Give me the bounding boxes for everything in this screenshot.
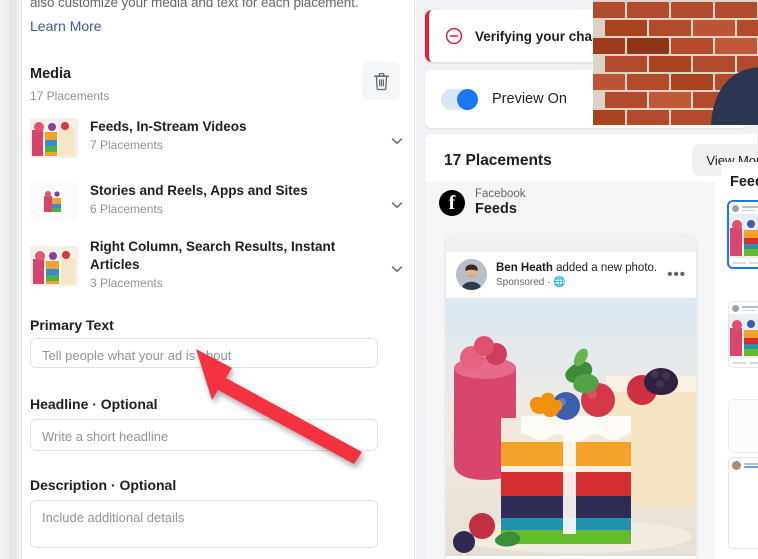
headline-input[interactable]: Write a short headline	[30, 419, 378, 451]
rail-card-image	[729, 214, 758, 258]
sponsored-label: Sponsored	[496, 276, 545, 288]
placement-thumbnail	[30, 118, 78, 158]
ellipsis-icon[interactable]: •••	[667, 266, 686, 283]
rail-thumbnail-card[interactable]	[729, 302, 758, 367]
placement-row[interactable]: Stories and Reels, Apps and Sites 6 Plac…	[30, 182, 408, 222]
verification-alert-text: Verifying your chang	[475, 28, 609, 44]
ad-advertiser-name: Ben Heath	[496, 261, 553, 274]
learn-more-link[interactable]: Learn More	[30, 16, 102, 36]
globe-icon: 🌐	[553, 276, 566, 288]
rail-placeholder-card[interactable]	[729, 400, 758, 452]
brick-wall-background	[593, 0, 758, 125]
screenshot-root: also customize your media and text for e…	[0, 0, 758, 559]
ad-preview-card: Ben Heath added a new photo. Sponsored ·…	[446, 234, 696, 559]
placement-name: Stories and Reels, Apps and Sites	[90, 183, 308, 198]
preview-toggle-label: Preview On	[492, 91, 567, 107]
placement-name: Feeds, In-Stream Videos	[90, 119, 247, 134]
scrollbar-track[interactable]	[9, 0, 14, 559]
primary-text-label: Primary Text	[30, 317, 114, 333]
rail-card-header	[729, 458, 758, 472]
media-section-title: Media	[30, 66, 72, 82]
cake-thumb-icon	[30, 246, 78, 286]
cake-thumb-icon	[729, 314, 758, 358]
rail-title: Feeds	[730, 174, 758, 190]
rainbow-layer-cake-image	[446, 298, 696, 556]
platform-surface-label: Feeds	[475, 201, 517, 217]
primary-text-input[interactable]: Tell people what your ad is about	[30, 338, 378, 368]
rail-avatar-icon	[732, 305, 739, 312]
ad-card-top-strip	[446, 234, 696, 252]
rail-text-lines	[744, 462, 758, 469]
placement-thumbnail	[30, 246, 78, 286]
placement-count: 6 Placements	[90, 202, 163, 216]
rail-thumbnail-card[interactable]	[729, 202, 758, 267]
description-input[interactable]: Include additional details	[30, 500, 378, 548]
ad-creative-editor-panel: also customize your media and text for e…	[22, 0, 415, 559]
preview-toggle[interactable]	[441, 88, 478, 110]
chevron-down-icon[interactable]	[390, 134, 404, 148]
cake-thumb-icon	[30, 182, 78, 222]
placement-row[interactable]: Feeds, In-Stream Videos 7 Placements	[30, 118, 408, 158]
toggle-knob	[457, 88, 478, 110]
placement-row[interactable]: Right Column, Search Results, Instant Ar…	[30, 238, 408, 290]
platform-network-label: Facebook	[475, 188, 526, 200]
rail-card-header	[729, 302, 758, 314]
cake-thumb-icon	[30, 118, 78, 158]
placement-preview-body: f Facebook Feeds Ben Heath added a new p…	[425, 182, 715, 559]
error-circle-icon	[445, 27, 463, 45]
media-section-subtitle: 17 Placements	[30, 89, 110, 103]
ad-sponsored-line: Sponsored · 🌐	[496, 276, 566, 288]
rail-card-footer	[729, 258, 758, 267]
rail-avatar-icon	[732, 205, 739, 212]
left-scroll-gutter[interactable]	[0, 0, 22, 559]
rail-card-header	[729, 202, 758, 214]
rail-text-lines	[742, 206, 758, 211]
rail-card-image	[729, 314, 758, 358]
trash-icon	[373, 72, 389, 90]
platform-header: f Facebook Feeds	[439, 188, 526, 218]
intro-text: also customize your media and text for e…	[30, 0, 359, 10]
cake-thumb-icon	[729, 214, 758, 258]
facebook-logo-icon: f	[439, 190, 465, 216]
rail-thumbnail-card[interactable]	[729, 458, 758, 548]
delete-media-button[interactable]	[362, 62, 400, 100]
avatar-photo-icon	[456, 259, 487, 290]
avatar	[456, 259, 487, 290]
description-label: Description · Optional	[30, 477, 177, 493]
placement-name: Right Column, Search Results, Instant Ar…	[90, 239, 336, 272]
placement-count: 3 Placements	[90, 276, 163, 290]
ad-poster-row: Ben Heath added a new photo. Sponsored ·…	[446, 252, 696, 298]
ad-action-text: added a new photo.	[552, 261, 658, 274]
ad-creative-image	[446, 298, 696, 556]
placement-count: 7 Placements	[90, 138, 163, 152]
rail-text-lines	[742, 306, 758, 311]
webcam-presenter-overlay	[593, 0, 758, 125]
rail-card-footer	[729, 358, 758, 367]
placement-thumbnail	[30, 182, 78, 222]
placement-thumbnail-rail: Feeds	[721, 162, 758, 559]
headline-label: Headline · Optional	[30, 396, 158, 412]
chevron-down-icon[interactable]	[390, 198, 404, 212]
ad-advertiser-line: Ben Heath added a new photo.	[496, 261, 667, 276]
chevron-down-icon[interactable]	[390, 262, 404, 276]
rail-avatar-icon	[732, 461, 741, 470]
placements-count-label: 17 Placements	[444, 152, 552, 169]
